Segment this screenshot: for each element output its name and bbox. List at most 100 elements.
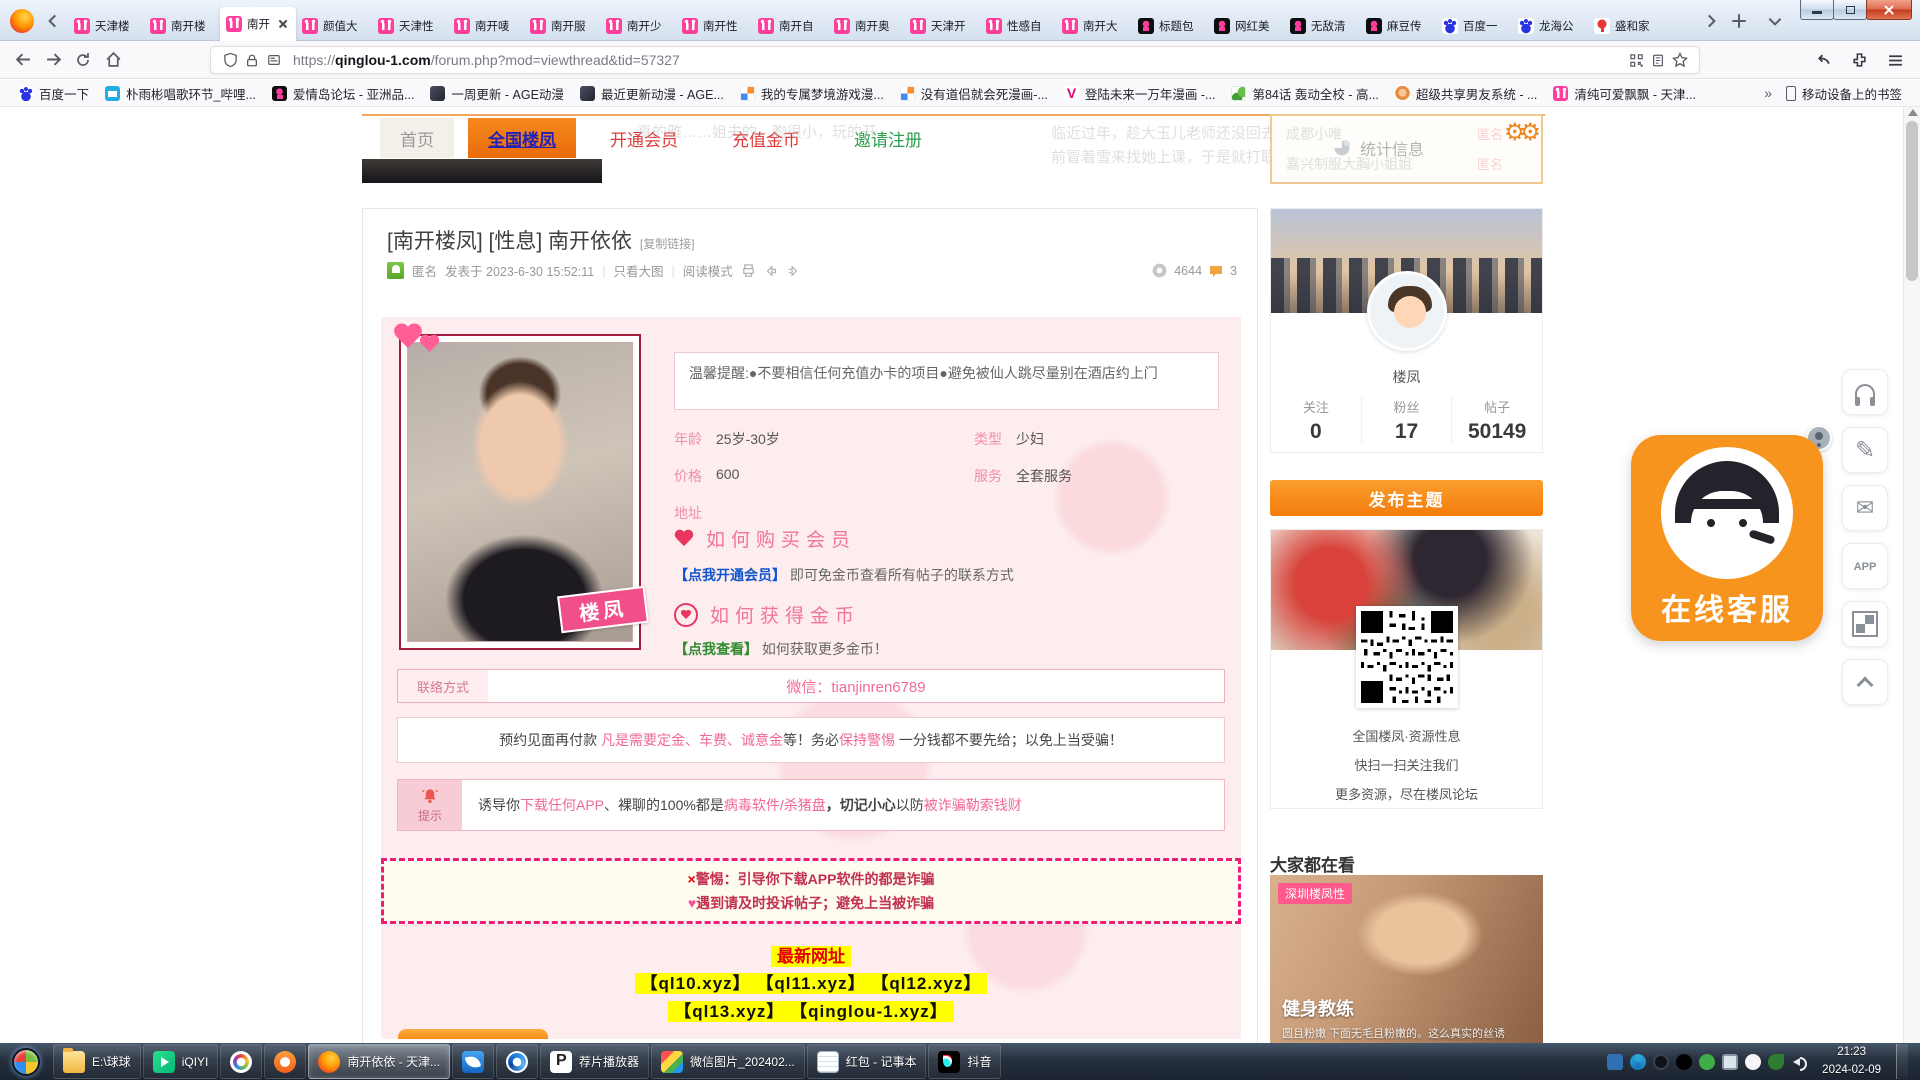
browser-tab[interactable]: 天津性	[372, 11, 448, 41]
browser-tab[interactable]: 天津楼	[68, 11, 144, 41]
tray-leaf-icon[interactable]	[1768, 1054, 1784, 1070]
floating-tool-button[interactable]	[1842, 485, 1888, 531]
tray-input-icon[interactable]	[1607, 1054, 1623, 1070]
taskbar-button[interactable]: 南开依依 - 天津...	[308, 1044, 450, 1079]
scrollbar-thumb[interactable]	[1906, 121, 1918, 281]
tab-scroll-left-icon[interactable]	[44, 12, 62, 30]
browser-tab[interactable]: 南开唛	[448, 11, 524, 41]
profile-avatar[interactable]	[1367, 271, 1447, 351]
restore-button[interactable]	[1833, 0, 1867, 20]
tab-close-icon[interactable]	[276, 17, 290, 31]
browser-tab[interactable]: 南开楼	[144, 11, 220, 41]
check-coin-link[interactable]: 【点我查看】	[674, 641, 758, 657]
profile-stat[interactable]: 帖子 50149	[1451, 397, 1542, 444]
browser-tab[interactable]: 盛和家	[1588, 11, 1664, 41]
new-tab-icon[interactable]	[1730, 12, 1748, 30]
tray-app-icon[interactable]	[1653, 1054, 1669, 1070]
browser-tab[interactable]: 南开性	[676, 11, 752, 41]
browser-tab[interactable]: 南开服	[524, 11, 600, 41]
browser-tab[interactable]: 网红美	[1208, 11, 1284, 41]
profile-stat[interactable]: 关注 0	[1271, 397, 1361, 444]
qr-scan-icon[interactable]	[1625, 49, 1647, 71]
bookmark-item[interactable]: 百度一下	[12, 82, 95, 105]
page-scrollbar[interactable]	[1903, 107, 1920, 1043]
bookmark-item[interactable]: 一周更新 - AGE动漫	[424, 82, 570, 105]
start-button[interactable]	[0, 1043, 52, 1080]
bookmark-star-icon[interactable]	[1669, 49, 1691, 71]
profile-username[interactable]: 楼凤	[1271, 367, 1542, 387]
shield-icon[interactable]	[219, 49, 241, 71]
browser-tab[interactable]: 颜值大	[296, 11, 372, 41]
publish-topic-button[interactable]: 发布主题	[1270, 480, 1543, 516]
browser-tab[interactable]: 龙海公	[1512, 11, 1588, 41]
browser-tab[interactable]: 性感自	[980, 11, 1056, 41]
contact-value[interactable]: 微信：tianjinren6789	[488, 670, 1224, 702]
view-large-link[interactable]: 只看大图	[613, 261, 663, 280]
forward-icon[interactable]	[38, 46, 68, 74]
author-name[interactable]: 匿名	[412, 261, 437, 280]
extensions-icon[interactable]	[1844, 46, 1874, 74]
bookmark-item[interactable]: 朴雨彬唱歌环节_哔哩...	[99, 82, 262, 105]
show-desktop-button[interactable]	[1896, 1044, 1908, 1079]
tray-green-icon[interactable]	[1699, 1054, 1715, 1070]
floating-tool-button[interactable]	[1842, 543, 1888, 589]
browser-tab[interactable]: 南开少	[600, 11, 676, 41]
floating-tool-button[interactable]	[1842, 601, 1888, 647]
forum-nav-item[interactable]: 首页	[380, 118, 454, 158]
close-button[interactable]	[1866, 0, 1912, 20]
bookmark-item[interactable]: 超级共享男友系统 - ...	[1389, 82, 1544, 105]
bookmark-item[interactable]: 没有道侣就会死漫画-...	[894, 82, 1054, 105]
firefox-view-icon[interactable]	[1808, 46, 1838, 74]
tray-volume-icon[interactable]	[1791, 1054, 1807, 1070]
browser-tab[interactable]: 标题包	[1132, 11, 1208, 41]
list-all-tabs-icon[interactable]	[1766, 12, 1784, 30]
browser-tab[interactable]: 南开自	[752, 11, 828, 41]
floating-tool-button[interactable]	[1842, 659, 1888, 705]
floating-tool-button[interactable]	[1842, 427, 1888, 473]
bookmark-item[interactable]: 第84话 轰动全校 - 高...	[1225, 82, 1384, 105]
bookmarks-overflow-icon[interactable]: »	[1764, 85, 1770, 101]
tray-browser-icon[interactable]	[1630, 1054, 1646, 1070]
menu-icon[interactable]	[1880, 46, 1910, 74]
browser-tab[interactable]: 麻豆传	[1360, 11, 1436, 41]
next-arrow-icon[interactable]	[786, 264, 800, 278]
browser-tab[interactable]: 南开大	[1056, 11, 1132, 41]
browser-tab[interactable]: 南开	[220, 7, 296, 41]
bookmark-item[interactable]: 最近更新动漫 - AGE...	[574, 82, 730, 105]
recommend-card[interactable]: 深圳楼凤性 健身教练 圆且粉嫩 下面无毛且粉嫩的。这么真实的丝诱	[1270, 875, 1543, 1043]
reader-mode-icon[interactable]	[1647, 49, 1669, 71]
settings-gears-icon[interactable]: ⚙⚙	[1504, 118, 1535, 147]
tab-overflow-right-icon[interactable]	[1702, 12, 1720, 30]
taskbar-button[interactable]: 抖音	[928, 1044, 1001, 1079]
reload-icon[interactable]	[68, 46, 98, 74]
mobile-bookmarks[interactable]: 移动设备上的书签	[1780, 82, 1908, 105]
back-icon[interactable]	[8, 46, 38, 74]
taskbar-button[interactable]: 荐片播放器	[540, 1044, 649, 1079]
browser-tab[interactable]: 南开奥	[828, 11, 904, 41]
partial-button[interactable]	[398, 1029, 548, 1039]
scroll-up-arrow[interactable]	[1908, 109, 1918, 116]
home-icon[interactable]	[98, 46, 128, 74]
taskbar-clock[interactable]: 21:23 2024-02-09	[1814, 1044, 1889, 1079]
bookmark-item[interactable]: 清纯可爱飘飘 - 天津...	[1547, 82, 1702, 105]
permissions-icon[interactable]	[263, 49, 285, 71]
tray-player-icon[interactable]	[1745, 1054, 1761, 1070]
bookmark-item[interactable]: 登陆未来一万年漫画 -...	[1058, 82, 1222, 105]
forum-nav-item[interactable]: 全国楼凤	[468, 118, 576, 158]
online-service-widget[interactable]: 在线客服	[1631, 435, 1823, 641]
taskbar-button[interactable]: 微信图片_202402...	[651, 1044, 805, 1079]
read-mode-link[interactable]: 阅读模式	[683, 261, 733, 280]
taskbar-button[interactable]: E:\球球	[53, 1044, 141, 1079]
taskbar-button[interactable]	[220, 1044, 262, 1079]
taskbar-button[interactable]: iQIYI	[143, 1044, 219, 1079]
taskbar-button[interactable]	[264, 1044, 306, 1079]
bookmark-item[interactable]: 爱情岛论坛 - 亚洲品...	[266, 82, 421, 105]
bookmark-item[interactable]: 我的专属梦境游戏漫...	[734, 82, 890, 105]
tray-display-icon[interactable]	[1722, 1054, 1738, 1070]
url-text[interactable]: https://qinglou-1.com/forum.php?mod=view…	[293, 52, 1625, 68]
profile-stat[interactable]: 粉丝 17	[1361, 397, 1452, 444]
taskbar-button[interactable]	[452, 1044, 494, 1079]
taskbar-button[interactable]: 红包 - 记事本	[807, 1044, 927, 1079]
minimize-button[interactable]	[1800, 0, 1834, 20]
taskbar-button[interactable]	[496, 1044, 538, 1079]
